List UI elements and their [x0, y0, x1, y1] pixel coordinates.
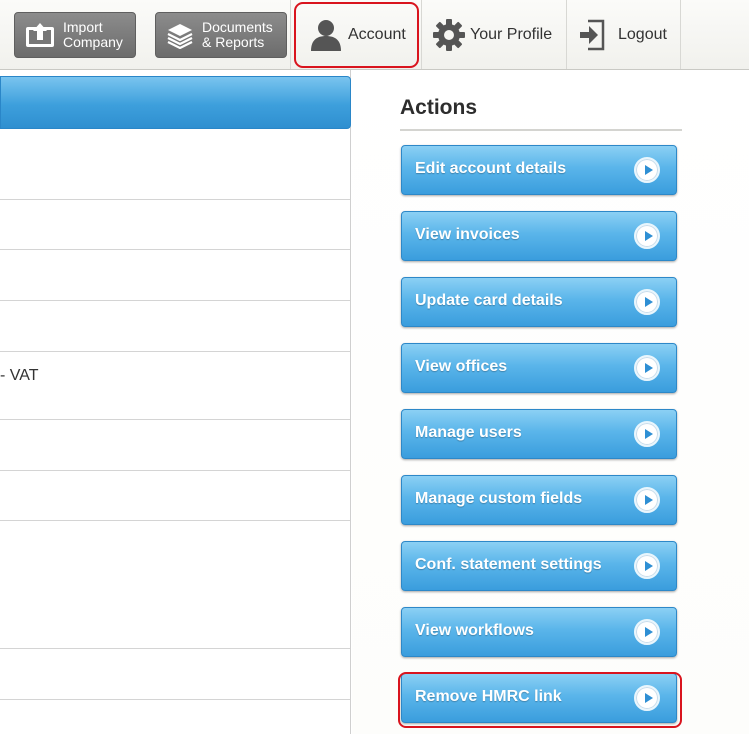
- view-offices-button[interactable]: View offices: [401, 343, 677, 393]
- nav-divider: [566, 0, 567, 69]
- nav-logout-label: Logout: [618, 25, 667, 43]
- table-row-divider: [0, 699, 350, 700]
- nav-account-label: Account: [348, 26, 406, 43]
- import-company-label-line2: Company: [63, 34, 123, 50]
- nav-account[interactable]: Account: [294, 2, 419, 68]
- circle-arrow-right-icon: [634, 223, 660, 249]
- table-row-divider: [0, 199, 350, 200]
- table-row-divider: [0, 351, 350, 352]
- circle-arrow-right-icon: [634, 487, 660, 513]
- circle-arrow-right-icon: [634, 685, 660, 711]
- table-row-divider: [0, 300, 350, 301]
- table-row-divider: [0, 520, 350, 521]
- user-silhouette-icon: [308, 18, 344, 52]
- documents-reports-label-line2: & Reports: [202, 34, 265, 50]
- manage-users-button[interactable]: Manage users: [401, 409, 677, 459]
- actions-divider: [400, 129, 682, 131]
- account-details-panel: [0, 70, 351, 734]
- table-row-divider: [0, 648, 350, 649]
- circle-arrow-right-icon: [634, 157, 660, 183]
- circle-arrow-right-icon: [634, 553, 660, 579]
- action-button-label: Manage custom fields: [415, 490, 583, 507]
- panel-header-bar: [0, 76, 351, 129]
- circle-arrow-right-icon: [634, 619, 660, 645]
- upload-box-icon: [25, 22, 55, 48]
- nav-logout[interactable]: Logout: [578, 0, 667, 69]
- action-button-label: Remove HMRC link: [415, 688, 562, 705]
- import-company-button[interactable]: Import Company: [14, 12, 136, 58]
- edit-account-details-button[interactable]: Edit account details: [401, 145, 677, 195]
- nav-your-profile-label: Your Profile: [470, 25, 553, 43]
- action-button-label: Manage users: [415, 424, 522, 441]
- action-button-label: View offices: [415, 358, 508, 375]
- update-card-details-button[interactable]: Update card details: [401, 277, 677, 327]
- table-cell-vat: - VAT: [0, 367, 39, 384]
- nav-your-profile[interactable]: Your Profile: [432, 0, 552, 69]
- action-button-label: Update card details: [415, 292, 563, 309]
- table-row-divider: [0, 249, 350, 250]
- logout-arrow-icon: [578, 19, 606, 51]
- table-row-divider: [0, 419, 350, 420]
- action-button-label: Edit account details: [415, 160, 567, 177]
- view-invoices-button[interactable]: View invoices: [401, 211, 677, 261]
- documents-reports-button[interactable]: Documents & Reports: [155, 12, 287, 58]
- nav-divider: [680, 0, 681, 69]
- action-button-label: Conf. statement settings: [415, 556, 602, 573]
- action-button-label: View invoices: [415, 226, 520, 243]
- view-workflows-button[interactable]: View workflows: [401, 607, 677, 657]
- circle-arrow-right-icon: [634, 289, 660, 315]
- nav-divider: [290, 0, 291, 69]
- circle-arrow-right-icon: [634, 421, 660, 447]
- nav-divider: [421, 0, 422, 69]
- action-button-label: View workflows: [415, 622, 534, 639]
- table-row-divider: [0, 470, 350, 471]
- circle-arrow-right-icon: [634, 355, 660, 381]
- document-stack-icon: [166, 21, 194, 49]
- manage-custom-fields-button[interactable]: Manage custom fields: [401, 475, 677, 525]
- gear-icon: [432, 18, 466, 52]
- top-navigation-bar: Import Company Documents & Reports Accou…: [0, 0, 749, 70]
- actions-heading: Actions: [400, 96, 478, 119]
- remove-hmrc-link-button[interactable]: Remove HMRC link: [401, 673, 677, 723]
- documents-reports-label-line1: Documents: [202, 19, 273, 35]
- import-company-label-line1: Import: [63, 19, 103, 35]
- conf-statement-settings-button[interactable]: Conf. statement settings: [401, 541, 677, 591]
